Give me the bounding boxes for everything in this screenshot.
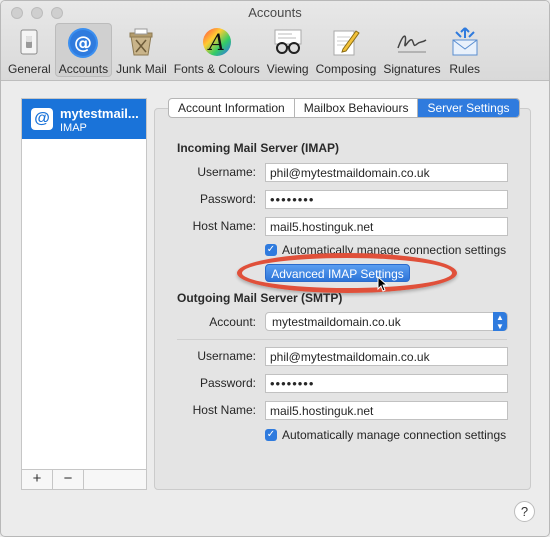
account-name: mytestmail... — [60, 106, 139, 121]
incoming-password-label: Password: — [199, 192, 256, 206]
account-tabs: Account Information Mailbox Behaviours S… — [168, 98, 520, 118]
incoming-host-field[interactable]: mail5.hostinguk.net — [265, 217, 508, 236]
toolbar-item-viewing[interactable]: Viewing — [264, 23, 312, 77]
toolbar-item-general[interactable]: General — [5, 23, 54, 77]
outgoing-section-title: Outgoing Mail Server (SMTP) — [177, 291, 343, 305]
help-button[interactable]: ? — [514, 501, 535, 522]
toolbar-label: General — [8, 62, 51, 76]
accounts-window: Accounts General @ Accounts Junk Mail A … — [0, 0, 550, 537]
toolbar-item-junk-mail[interactable]: Junk Mail — [113, 23, 170, 77]
rules-envelope-icon — [448, 25, 482, 59]
outgoing-account-select[interactable]: mytestmaildomain.co.uk ▲ ▼ — [265, 312, 508, 331]
incoming-password-field[interactable]: •••••••• — [265, 190, 508, 209]
toolbar-label: Signatures — [383, 62, 441, 76]
window-title: Accounts — [248, 5, 302, 20]
remove-account-button[interactable]: − — [53, 470, 84, 489]
outgoing-auto-manage-row[interactable]: ✓ Automatically manage connection settin… — [265, 428, 506, 442]
outgoing-username-label: Username: — [197, 349, 256, 363]
at-sign-icon: @ — [31, 108, 53, 130]
tab-server-settings[interactable]: Server Settings — [418, 99, 519, 117]
incoming-host-label: Host Name: — [192, 219, 256, 233]
accounts-list-controls: + − — [22, 469, 146, 489]
junk-bin-icon — [124, 25, 158, 59]
svg-text:@: @ — [74, 33, 92, 54]
tab-account-information[interactable]: Account Information — [169, 99, 295, 117]
general-switch-icon — [12, 25, 46, 59]
accounts-list: @ mytestmail... IMAP + − — [21, 98, 147, 490]
incoming-username-label: Username: — [197, 165, 256, 179]
preferences-toolbar: General @ Accounts Junk Mail A Fonts & C… — [5, 23, 486, 77]
outgoing-host-label: Host Name: — [192, 403, 256, 417]
toolbar-label: Viewing — [266, 62, 309, 76]
highlight-ring — [237, 253, 457, 293]
toolbar-item-accounts[interactable]: @ Accounts — [54, 23, 113, 77]
toolbar-label: Accounts — [58, 62, 109, 76]
outgoing-password-label: Password: — [199, 376, 256, 390]
signature-icon — [395, 25, 429, 59]
outgoing-username-field[interactable]: phil@mytestmaildomain.co.uk — [265, 347, 508, 366]
toolbar-label: Rules — [449, 62, 481, 76]
toolbar-item-signatures[interactable]: Signatures — [380, 23, 443, 77]
pencil-paper-icon — [329, 25, 363, 59]
fonts-colors-icon: A — [200, 25, 234, 59]
incoming-auto-manage-checkbox[interactable]: ✓ — [265, 244, 277, 256]
mouse-pointer-icon — [377, 276, 389, 292]
select-updown-icon: ▲ ▼ — [493, 312, 507, 331]
toolbar-label: Fonts & Colours — [173, 62, 260, 76]
outgoing-auto-manage-label: Automatically manage connection settings — [282, 428, 507, 442]
account-row-selected[interactable]: @ mytestmail... IMAP — [22, 99, 146, 139]
outgoing-host-field[interactable]: mail5.hostinguk.net — [265, 401, 508, 420]
tab-mailbox-behaviours[interactable]: Mailbox Behaviours — [295, 99, 419, 117]
title-bar: Accounts General @ Accounts Junk Mail A … — [1, 1, 549, 81]
glasses-icon — [271, 25, 305, 59]
outgoing-password-field[interactable]: •••••••• — [265, 374, 508, 393]
toolbar-item-rules[interactable]: Rules — [445, 23, 485, 77]
svg-text:A: A — [207, 31, 225, 56]
toolbar-label: Junk Mail — [116, 62, 167, 76]
add-account-button[interactable]: + — [22, 470, 53, 489]
incoming-section-title: Incoming Mail Server (IMAP) — [177, 141, 340, 155]
outgoing-account-label: Account: — [209, 315, 256, 329]
outgoing-auto-manage-checkbox[interactable]: ✓ — [265, 429, 277, 441]
toolbar-item-composing[interactable]: Composing — [313, 23, 380, 77]
divider — [177, 339, 507, 340]
at-sign-icon: @ — [66, 26, 100, 59]
toolbar-label: Composing — [315, 62, 377, 76]
account-type: IMAP — [60, 122, 87, 134]
incoming-username-field[interactable]: phil@mytestmaildomain.co.uk — [265, 163, 508, 182]
outgoing-account-value: mytestmaildomain.co.uk — [272, 315, 401, 329]
toolbar-item-fonts-colours[interactable]: A Fonts & Colours — [171, 23, 263, 77]
